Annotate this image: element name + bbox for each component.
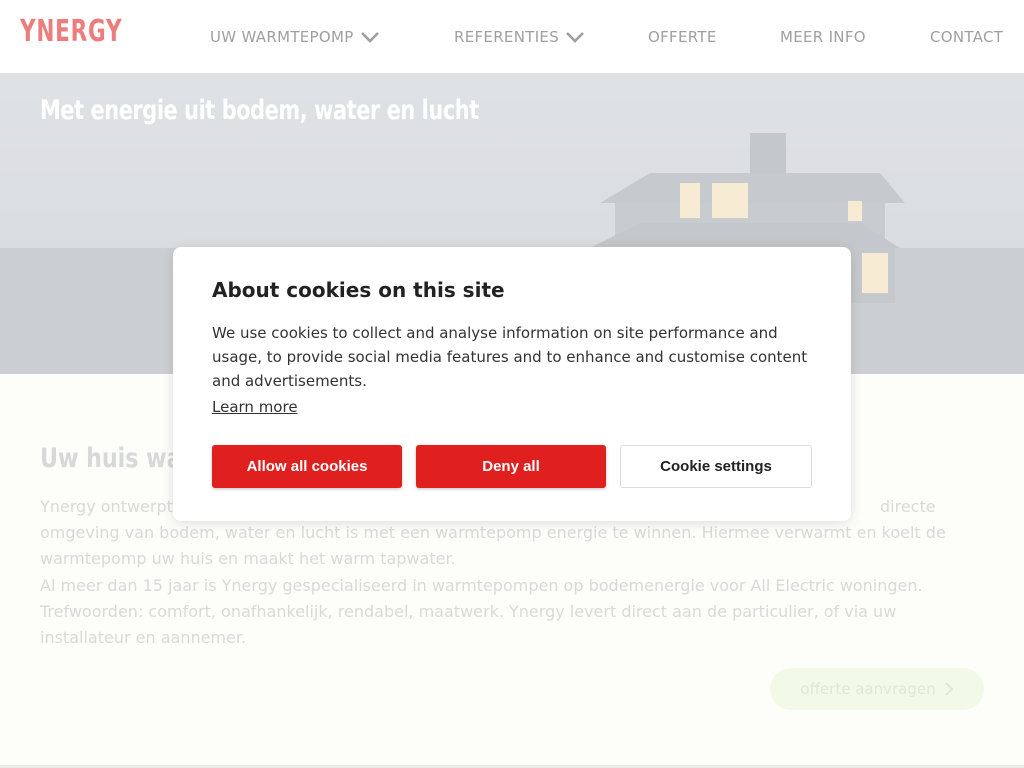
cookie-consent-dialog: About cookies on this site We use cookie… (173, 247, 851, 521)
learn-more-link[interactable]: Learn more (212, 398, 298, 416)
cookie-settings-button[interactable]: Cookie settings (620, 445, 812, 488)
dialog-title: About cookies on this site (212, 278, 505, 302)
dialog-body: We use cookies to collect and analyse in… (212, 324, 808, 390)
deny-all-button[interactable]: Deny all (416, 445, 606, 488)
allow-all-cookies-button[interactable]: Allow all cookies (212, 445, 402, 488)
